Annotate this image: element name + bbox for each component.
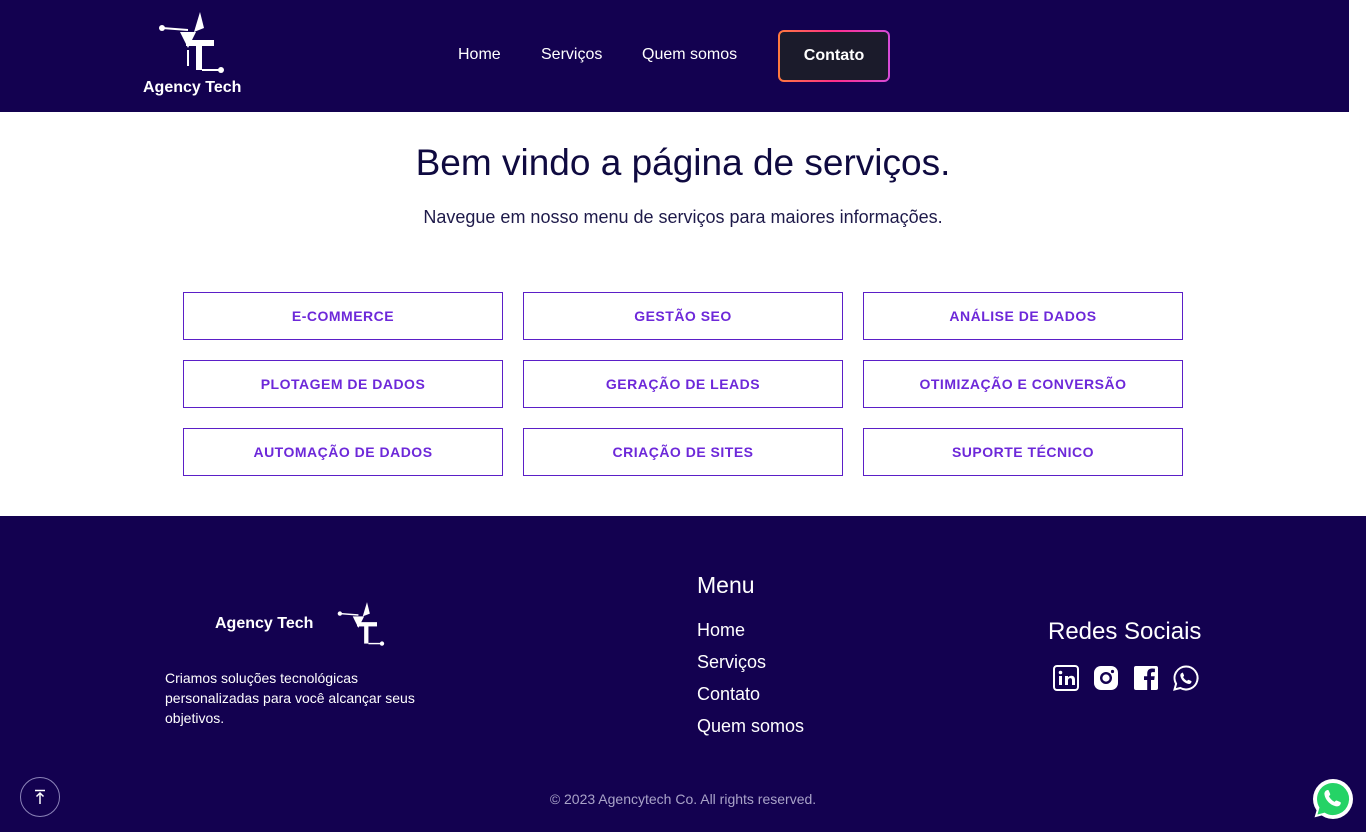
footer-social-title: Redes Sociais — [1048, 618, 1202, 645]
service-button-plotagem-dados[interactable]: PLOTAGEM DE DADOS — [183, 360, 503, 408]
footer-menu-title: Menu — [697, 572, 755, 598]
footer-link-home[interactable]: Home — [697, 620, 745, 641]
nav-link-home[interactable]: Home — [458, 46, 501, 64]
service-button-geracao-leads[interactable]: GERAÇÃO DE LEADS — [523, 360, 843, 408]
facebook-icon[interactable] — [1132, 664, 1160, 692]
page-subtitle: Navegue em nosso menu de serviços para m… — [423, 207, 943, 227]
service-button-otimizacao-conversao[interactable]: OTIMIZAÇÃO E CONVERSÃO — [863, 360, 1183, 408]
service-button-gestao-seo[interactable]: GESTÃO SEO — [523, 292, 843, 340]
footer-link-contato[interactable]: Contato — [697, 684, 760, 705]
service-button-ecommerce[interactable]: E-COMMERCE — [183, 292, 503, 340]
linkedin-icon[interactable] — [1052, 664, 1080, 692]
whatsapp-float-icon[interactable] — [1311, 777, 1355, 821]
site-header: Agency Tech Home Serviços Quem somos Con… — [0, 0, 1349, 112]
copyright-text: © 2023 Agencytech Co. All rights reserve… — [549, 791, 817, 807]
scrollbar-gutter — [1349, 0, 1366, 112]
service-button-automacao-dados[interactable]: AUTOMAÇÃO DE DADOS — [183, 428, 503, 476]
footer-logo-icon — [337, 602, 385, 646]
instagram-icon[interactable] — [1092, 664, 1120, 692]
header-logo[interactable]: Agency Tech — [143, 10, 243, 100]
whatsapp-icon[interactable] — [1172, 664, 1200, 692]
agency-tech-logo-icon — [159, 12, 224, 73]
contato-button[interactable]: Contato — [778, 30, 890, 82]
footer-link-quem-somos[interactable]: Quem somos — [697, 716, 804, 737]
footer-brand-name: Agency Tech — [215, 615, 314, 632]
footer-link-servicos[interactable]: Serviços — [697, 652, 766, 673]
service-button-suporte-tecnico[interactable]: SUPORTE TÉCNICO — [863, 428, 1183, 476]
nav-link-servicos[interactable]: Serviços — [541, 46, 602, 64]
page-title: Bem vindo a página de serviços. — [415, 142, 951, 183]
service-button-criacao-sites[interactable]: CRIAÇÃO DE SITES — [523, 428, 843, 476]
site-footer: Agency Tech Criamos soluções tecnológica… — [0, 516, 1366, 832]
header-brand-name: Agency Tech — [143, 79, 242, 96]
footer-description: Criamos soluções tecnológicas personaliz… — [165, 670, 415, 726]
service-button-analise-dados[interactable]: ANÁLISE DE DADOS — [863, 292, 1183, 340]
nav-link-quem-somos[interactable]: Quem somos — [642, 46, 737, 64]
